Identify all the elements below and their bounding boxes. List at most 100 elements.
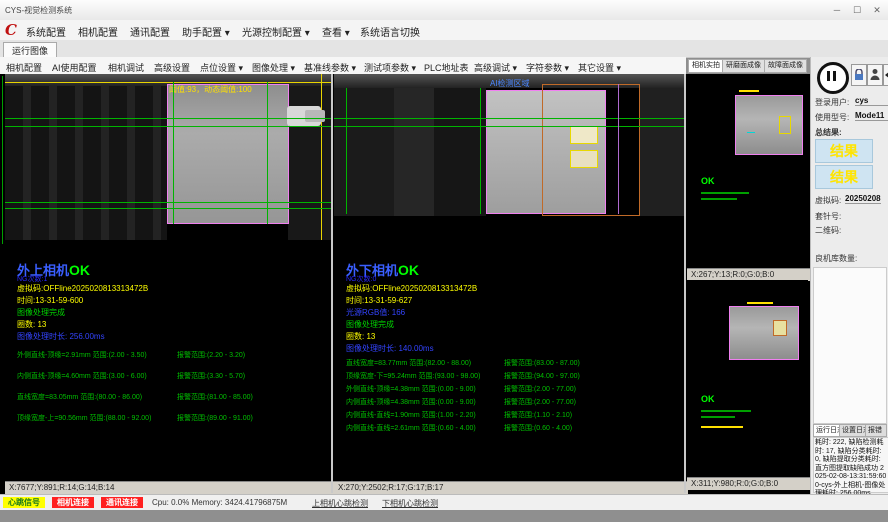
exit-button[interactable] (883, 64, 888, 86)
result-line (701, 192, 749, 194)
tool-test-params[interactable]: 测试项参数 ▾ (364, 61, 416, 74)
thumbnail-image (729, 306, 799, 360)
measurement-row: 外侧直线-顶缘=2.91mm 范围:(2.00 - 3.50) 报警范围:(2.… (17, 350, 331, 360)
lock-button[interactable] (851, 64, 867, 86)
tool-advanced-settings[interactable]: 高级设置 (154, 61, 190, 74)
menu-comm-config[interactable]: 通讯配置 (130, 24, 170, 39)
measure-value: 内侧直线-直线=1.90mm 范围:(1.00 - 2.20) (346, 412, 476, 419)
alarm-range: 报警范围:(2.00 - 77.00) (504, 384, 576, 394)
tool-advanced-debug[interactable]: 高级调试 ▾ (474, 61, 517, 74)
model-value: Mode11 (855, 111, 888, 121)
measure-value: 直线宽度=83.05mm 范围:(80.00 - 86.00) (17, 394, 142, 401)
alarm-range: 报警范围:(3.30 - 5.70) (177, 371, 245, 381)
result-line (701, 198, 737, 200)
measure-value: 内侧直线-顶缘=4.38mm 范围:(0.00 - 9.00) (346, 399, 476, 406)
overlay-mark (747, 302, 773, 304)
alarm-range: 报警范围:(2.00 - 77.00) (504, 397, 576, 407)
measure-value: 顶缘宽度-上=90.56mm 范围:(88.00 - 92.00) (17, 415, 151, 422)
result-line (701, 410, 751, 412)
tool-char-params[interactable]: 字符参数 ▾ (526, 61, 569, 74)
close-button[interactable]: ✕ (868, 3, 886, 17)
qrcode-label: 二维码: (815, 225, 841, 236)
pause-icon (833, 71, 836, 81)
tool-camera-debug[interactable]: 相机调试 (108, 61, 144, 74)
measure-line (5, 208, 331, 209)
tool-plc-table[interactable]: PLC地址表 (424, 61, 469, 74)
heartbeat-badge: 心跳信号 (3, 497, 45, 508)
app-logo-icon: C (5, 21, 17, 39)
log-tab-row: 运行日志 设置日志 报错日志 (813, 424, 887, 435)
status-ok: OK (701, 176, 715, 186)
tool-point-settings[interactable]: 点位设置 ▾ (200, 61, 243, 74)
tab-error-log[interactable]: 报错日志 (865, 424, 887, 437)
measurement-row: 内侧直线-直线=2.61mm 范围:(0.60 - 4.00) 报警范围:(0.… (346, 423, 684, 433)
pause-button[interactable] (817, 62, 849, 94)
left-camera-image[interactable]: 阈值:93，动态阈值:100 (5, 74, 331, 240)
maximize-button[interactable]: ☐ (848, 3, 866, 17)
user-button[interactable] (867, 64, 883, 86)
upper-camera-heartbeat-link[interactable]: 上相机心跳检测 (312, 498, 368, 509)
process-done: 图像处理完成 (346, 319, 394, 330)
login-user-label: 登录用户: (815, 97, 849, 108)
menu-view[interactable]: 查看 ▾ (322, 24, 350, 39)
overlay-mark (747, 132, 755, 133)
minimize-button[interactable]: ─ (828, 3, 846, 17)
tool-ai-config[interactable]: AI使用配置 (52, 61, 97, 74)
menu-light-control[interactable]: 光源控制配置 ▾ (242, 24, 310, 39)
measure-line (334, 126, 684, 127)
thumbnail-bottom-panel[interactable]: OK (687, 280, 808, 477)
calibration-line (5, 82, 331, 83)
alarm-range: 报警范围:(89.00 - 91.00) (177, 413, 253, 423)
defect-window-mark (570, 150, 598, 168)
loop-count: 圈数: 13 (17, 319, 46, 330)
measurement-row: 顶缘宽度-下=95.24mm 范围:(93.00 - 98.00) 报警范围:(… (346, 371, 684, 381)
overlay-mark (773, 320, 787, 336)
overlay-mark (739, 90, 759, 92)
tool-image-process[interactable]: 图像处理 ▾ (252, 61, 295, 74)
thumbnail-top-panel[interactable]: OK (687, 74, 808, 268)
result-list-box[interactable] (813, 267, 887, 424)
menu-camera-config[interactable]: 相机配置 (78, 24, 118, 39)
overlay-mark (779, 116, 791, 134)
status-ok: OK (69, 262, 90, 278)
lock-icon (854, 69, 864, 81)
tool-baseline-params[interactable]: 基准线参数 ▾ (304, 61, 356, 74)
model-label: 使用型号: (815, 112, 849, 123)
tab-grind-image[interactable]: 研磨面成像 (722, 59, 765, 73)
menu-language-switch[interactable]: 系统语言切换 (360, 24, 420, 39)
pixel-coords-readout: X:311;Y:980;R:0;G:0;B:0 (687, 477, 812, 490)
capture-time: 时间:13-31-59-627 (346, 295, 412, 306)
process-duration: 图像处理时长: 140.00ms (346, 343, 434, 354)
result-line (701, 416, 735, 418)
left-camera-panel: 阈值:93，动态阈值:100 外上相机OK NG次数:1 虚拟码:OFFline… (5, 74, 331, 481)
alarm-range: 报警范围:(83.00 - 87.00) (504, 358, 580, 368)
tab-camera-live[interactable]: 相机实拍 (688, 59, 724, 73)
measurement-row: 外侧直线-顶缘=4.38mm 范围:(0.00 - 9.00) 报警范围:(2.… (346, 384, 684, 394)
lower-camera-heartbeat-link[interactable]: 下相机心跳检测 (382, 498, 438, 509)
user-icon (870, 68, 880, 81)
measure-line (5, 202, 331, 203)
middle-camera-image[interactable]: AI检测区域 (334, 74, 684, 216)
measurement-row: 内侧直线-直线=1.90mm 范围:(1.00 - 2.20) 报警范围:(1.… (346, 410, 684, 420)
menu-system-config[interactable]: 系统配置 (26, 24, 66, 39)
process-duration: 图像处理时长: 256.00ms (17, 331, 105, 342)
measure-line (173, 82, 174, 224)
tab-defect-image[interactable]: 故障面成像 (764, 59, 807, 73)
sidebar: 登录用户: cys 使用型号: Mode11 总结果: 结果 结果 虚拟码: 2… (810, 57, 888, 494)
total-result-label: 总结果: (815, 127, 842, 138)
needle-label: 套针号: (815, 211, 841, 222)
machine-background (334, 88, 394, 216)
ai-region-label: AI检测区域 (490, 78, 530, 89)
measure-value: 内侧直线-顶缘=4.60mm 范围:(3.00 - 6.00) (17, 373, 147, 380)
pause-icon (827, 71, 830, 81)
menu-assistant-config[interactable]: 助手配置 ▾ (182, 24, 230, 39)
tab-row: 运行图像 (0, 40, 888, 58)
pixel-coords-readout: X:7677;Y:891;R:14;G:14;B:14 (5, 481, 335, 494)
tool-other-settings[interactable]: 其它设置 ▾ (578, 61, 621, 74)
log-text[interactable]: 耗时: 222, 缺陷检测耗时: 17, 缺陷分类耗时: 0, 缺陷提取分类耗时… (813, 437, 888, 493)
menu-bar: C 系统配置 相机配置 通讯配置 助手配置 ▾ 光源控制配置 ▾ 查看 ▾ 系统… (0, 20, 888, 41)
tab-run-image[interactable]: 运行图像 (3, 42, 57, 58)
tool-camera-config[interactable]: 相机配置 (6, 61, 42, 74)
virtual-code: 虚拟码:OFFline2025020813313472B (17, 283, 148, 294)
measure-value: 内侧直线-直线=2.61mm 范围:(0.60 - 4.00) (346, 425, 476, 432)
